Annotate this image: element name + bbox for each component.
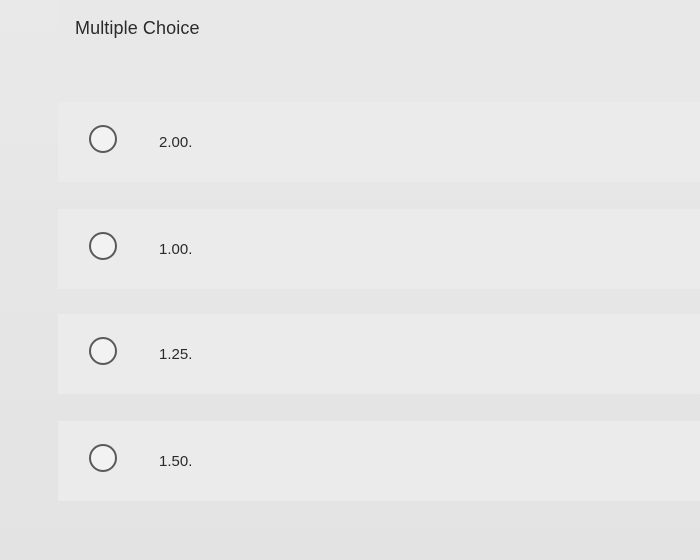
radio-button-icon[interactable] [89,337,117,365]
answer-option-label: 1.50. [159,453,193,470]
answer-option-label: 1.25. [159,346,193,363]
answer-option-label: 1.00. [159,241,193,258]
answer-option-4[interactable]: 1.50. [58,421,700,501]
question-type-heading: Multiple Choice [75,18,200,38]
answer-option-label: 2.00. [159,134,193,151]
answer-option-1[interactable]: 2.00. [58,102,700,182]
answer-option-3[interactable]: 1.25. [58,314,700,394]
answer-options: 2.00. 1.00. 1.25. 1.50. [58,102,700,528]
answer-option-2[interactable]: 1.00. [58,209,700,289]
radio-button-icon[interactable] [89,444,117,472]
radio-button-icon[interactable] [89,125,117,153]
question-panel: Multiple Choice 2.00. 1.00. 1.25. 1.50. [0,0,700,560]
radio-button-icon[interactable] [89,232,117,260]
